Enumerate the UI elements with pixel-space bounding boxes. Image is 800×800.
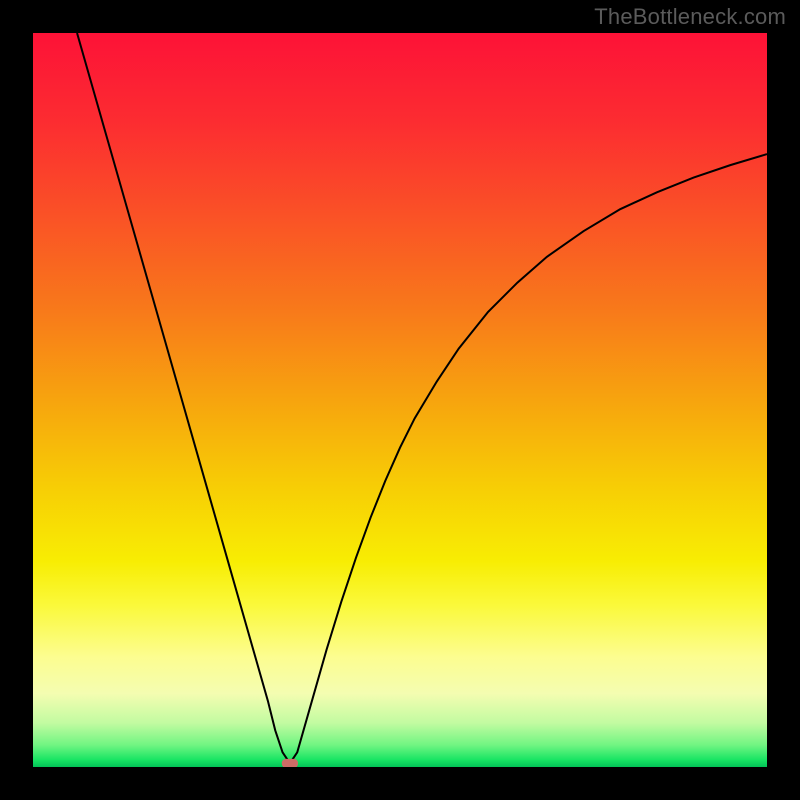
chart-container: TheBottleneck.com: [0, 0, 800, 800]
watermark-text: TheBottleneck.com: [594, 4, 786, 30]
chart-svg: [33, 33, 767, 767]
plot-area: [33, 33, 767, 767]
gradient-background: [33, 33, 767, 767]
optimal-point-marker: [282, 759, 298, 767]
